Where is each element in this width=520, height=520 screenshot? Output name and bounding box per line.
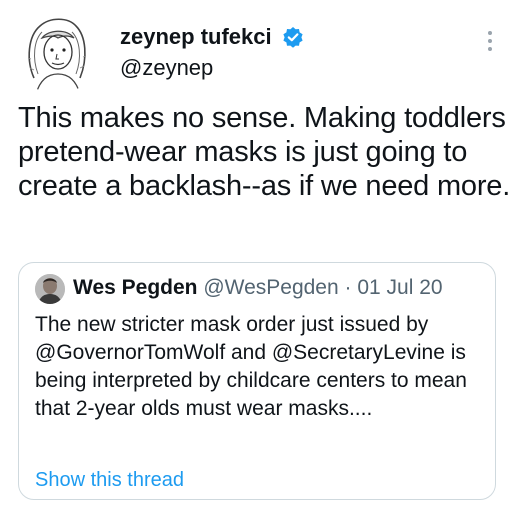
author-avatar[interactable] (14, 8, 100, 94)
more-dot (488, 39, 492, 43)
author-handle[interactable]: @zeynep (120, 55, 213, 81)
sketch-portrait-icon (14, 8, 100, 94)
tweet-text: This makes no sense. Making toddlers pre… (18, 102, 511, 202)
quoted-author-handle: @WesPegden (203, 276, 339, 299)
portrait-photo-icon (35, 274, 65, 304)
tweet-card: zeynep tufekci @zeynep This makes no sen… (0, 0, 520, 520)
quoted-author-name[interactable]: Wes Pegden (73, 276, 197, 299)
quoted-tweet-header: Wes Pegden @WesPegden · 01 Jul 20 (73, 275, 443, 301)
more-vertical-icon (488, 31, 492, 35)
meta-separator: · (344, 276, 352, 299)
show-thread-link[interactable]: Show this thread (35, 468, 184, 492)
quoted-tweet-date[interactable]: 01 Jul 20 (357, 276, 442, 299)
verified-badge-icon (283, 27, 303, 48)
author-name[interactable]: zeynep tufekci (120, 24, 272, 50)
quoted-author-avatar (35, 274, 65, 304)
quoted-tweet-text: The new stricter mask order just issued … (35, 313, 467, 420)
quoted-tweet-card[interactable]: Wes Pegden @WesPegden · 01 Jul 20 The ne… (18, 262, 496, 500)
more-dot (488, 47, 492, 51)
more-options-button[interactable] (480, 24, 500, 58)
